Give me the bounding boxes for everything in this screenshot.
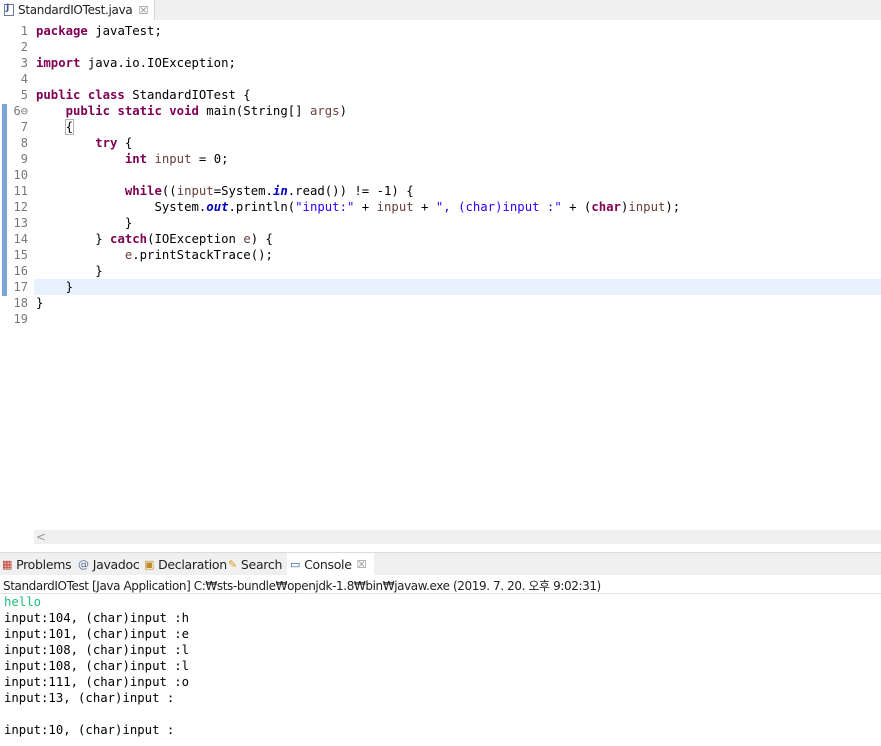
line-number: 14: [13, 232, 28, 246]
tab-javadoc[interactable]: @ Javadoc: [78, 553, 140, 576]
line-number: 18: [13, 296, 28, 310]
console-output-line: input:108, (char)input :l: [4, 643, 190, 657]
line-number-fold[interactable]: 6⊖: [14, 103, 28, 119]
code-editor[interactable]: 1 2 3 4 5 6⊖ 7 8 9 10 11 12 13 14 15 16 …: [0, 20, 881, 530]
change-indicator: [2, 104, 7, 296]
code-line: }: [95, 264, 103, 278]
code-line: } catch(IOException e) {: [95, 232, 273, 246]
line-number: 7: [20, 120, 28, 134]
tab-search-label: Search: [240, 557, 283, 572]
editor-tab-bar: StandardIOTest.java ☒: [0, 0, 881, 20]
line-number: 9: [20, 152, 28, 166]
line-number-gutter: 1 2 3 4 5 6⊖ 7 8 9 10 11 12 13 14 15 16 …: [12, 20, 34, 530]
overview-ruler: [0, 20, 12, 530]
panel-tab-bar: ▦ Problems @ Javadoc ▣ Declaration ✎ Sea…: [0, 552, 881, 576]
tab-console-label: Console: [304, 557, 352, 572]
close-icon[interactable]: ☒: [138, 4, 148, 17]
console-output-line: input:13, (char)input :: [4, 691, 175, 705]
code-text-area[interactable]: package javaTest; import java.io.IOExcep…: [34, 20, 881, 530]
code-line: package javaTest;: [36, 24, 162, 38]
line-number: 10: [13, 168, 28, 182]
console-output-line: input:108, (char)input :l: [4, 659, 190, 673]
tab-javadoc-label: Javadoc: [92, 557, 140, 572]
code-line: int input = 0;: [124, 152, 229, 166]
line-number: 4: [20, 72, 28, 86]
horizontal-scrollbar[interactable]: <: [34, 530, 881, 544]
console-output-line: input:101, (char)input :e: [4, 627, 190, 641]
line-number: 2: [20, 40, 28, 54]
console-header: StandardIOTest [Java Application] C:₩sts…: [0, 575, 881, 594]
line-number: 16: [13, 264, 28, 278]
tab-search[interactable]: ✎ Search: [228, 553, 282, 576]
code-line-current: }: [65, 280, 74, 294]
line-number: 17: [13, 280, 28, 294]
javadoc-at-icon: @: [78, 557, 89, 571]
code-line: {: [36, 119, 75, 135]
declaration-icon: ▣: [144, 557, 155, 571]
code-line: public class StandardIOTest {: [36, 88, 251, 102]
console-icon: ▭: [290, 557, 301, 571]
line-number: 12: [13, 200, 28, 214]
line-number: 5: [20, 88, 28, 102]
scroll-left-arrow-icon[interactable]: <: [36, 530, 46, 544]
editor-tab-label: StandardIOTest.java: [18, 3, 133, 17]
tab-declaration[interactable]: ▣ Declaration: [144, 553, 227, 576]
line-number: 13: [13, 216, 28, 230]
tab-problems-label: Problems: [16, 557, 72, 572]
code-line: import java.io.IOException;: [36, 56, 236, 70]
line-number: 3: [20, 56, 28, 70]
line-number: 11: [13, 184, 28, 198]
console-input-line: hello: [4, 595, 42, 609]
console-output-line: input:10, (char)input :: [4, 723, 175, 737]
matching-bracket: {: [64, 119, 75, 135]
code-line: }: [36, 296, 44, 310]
close-icon[interactable]: ☒: [357, 558, 367, 571]
java-file-icon: [4, 3, 14, 16]
code-line: System.out.println("input:" + input + ",…: [154, 200, 681, 214]
tab-console[interactable]: ▭ Console ☒: [287, 553, 375, 576]
line-number: 1: [20, 24, 28, 38]
editor-tab-standardiotest[interactable]: StandardIOTest.java ☒: [0, 0, 156, 20]
console-output[interactable]: hello input:104, (char)input :h input:10…: [0, 594, 881, 746]
code-line: try {: [95, 136, 133, 150]
code-line: public static void main(String[] args): [65, 104, 347, 118]
console-output-line: input:104, (char)input :h: [4, 611, 190, 625]
line-number: 19: [13, 312, 28, 326]
line-number: 15: [13, 248, 28, 262]
tab-problems[interactable]: ▦ Problems: [2, 553, 72, 576]
console-output-line: input:111, (char)input :o: [4, 675, 190, 689]
code-line: e.printStackTrace();: [124, 248, 273, 262]
search-flashlight-icon: ✎: [228, 557, 237, 571]
tab-declaration-label: Declaration: [158, 557, 227, 572]
code-line: while((input=System.in.read()) != -1) {: [124, 184, 414, 198]
line-number: 8: [20, 136, 28, 150]
code-line: }: [124, 216, 133, 230]
problems-icon: ▦: [2, 557, 13, 571]
console-process-title: StandardIOTest [Java Application] C:₩sts…: [3, 579, 601, 593]
